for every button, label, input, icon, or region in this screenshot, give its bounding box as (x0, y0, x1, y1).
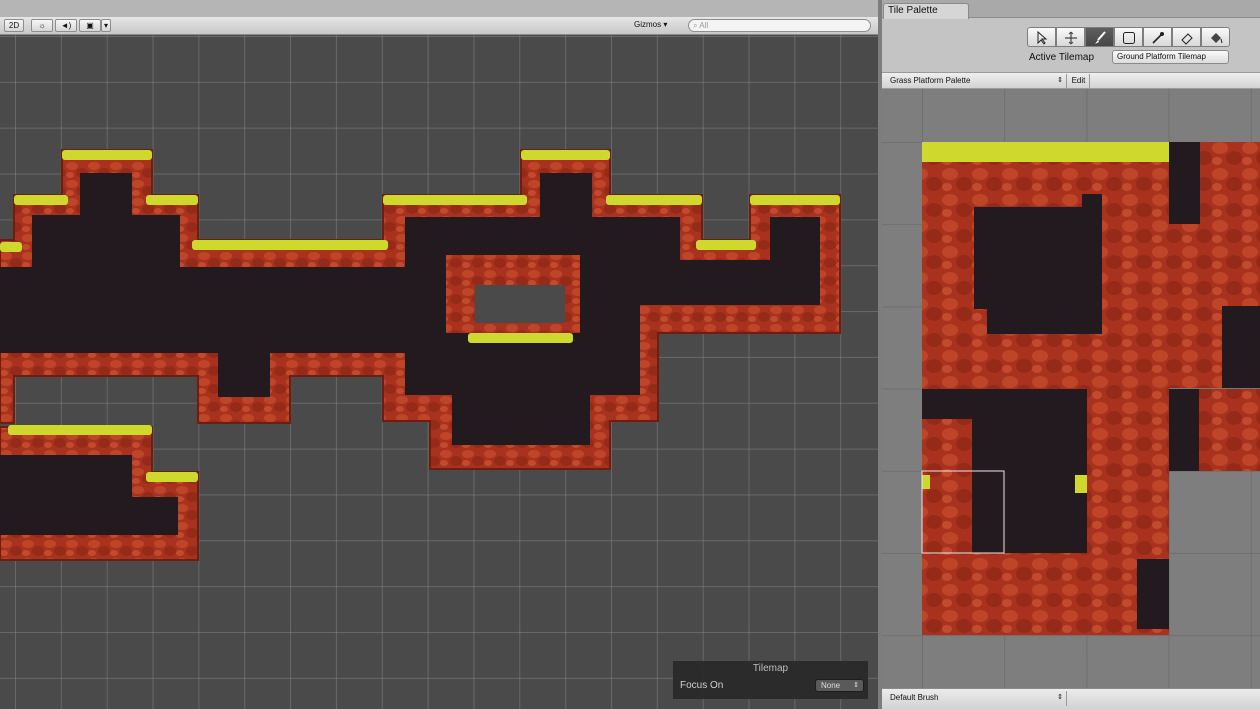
focus-on-label: Focus On (680, 680, 724, 691)
updown-arrow-icon: ⇕ (1057, 694, 1063, 701)
picker-tool-button[interactable] (1143, 27, 1172, 47)
image-icon: ▣ (86, 21, 94, 30)
edit-button[interactable]: Edit (1068, 74, 1090, 88)
chevron-down-icon: ▾ (103, 21, 108, 30)
brush-icon (1095, 31, 1106, 44)
scene-window-top (0, 0, 878, 17)
palette-dropdown[interactable]: Grass Platform Palette ⇕ (884, 74, 1067, 88)
focus-on-value: None (821, 681, 841, 690)
active-tilemap-value: Ground Platform Tilemap (1117, 52, 1206, 61)
eraser-icon (1181, 33, 1193, 45)
arrow-cursor-icon (1037, 31, 1048, 45)
brush-value: Default Brush (890, 693, 939, 702)
updown-arrow-icon: ⇕ (853, 682, 859, 689)
tilemap-canvas[interactable] (0, 35, 878, 709)
tile-palette-panel: Tile Palette Active Tilemap Ground Platf… (882, 0, 1260, 709)
2d-mode-toggle[interactable]: 2D (4, 19, 24, 32)
eyedropper-icon (1152, 32, 1164, 44)
search-placeholder: All (699, 21, 709, 30)
eraser-tool-button[interactable] (1172, 27, 1201, 47)
move-tool-button[interactable] (1056, 27, 1085, 47)
select-tool-button[interactable] (1027, 27, 1056, 47)
box-fill-tool-button[interactable] (1114, 27, 1143, 47)
gizmos-label: Gizmos (634, 20, 662, 29)
effects-dropdown[interactable]: ▾ (101, 19, 111, 32)
speaker-icon: ◄) (60, 21, 72, 30)
scene-view-panel: 2D ☼ ◄) ▣ ▾ Gizmos ▾ ⌕ All Tilemap Focus… (0, 0, 878, 709)
tilemap-overlay: Tilemap Focus On None ⇕ (673, 661, 868, 699)
palette-toolbar (1027, 27, 1230, 47)
box-icon (1123, 32, 1135, 44)
active-tilemap-label: Active Tilemap (1029, 52, 1095, 63)
palette-tile-block (922, 142, 1260, 635)
overlay-title: Tilemap (752, 663, 789, 674)
palette-value: Grass Platform Palette (890, 76, 971, 85)
audio-toggle[interactable]: ◄) (55, 19, 77, 32)
effects-toggle[interactable]: ▣ (79, 19, 101, 32)
search-input[interactable]: ⌕ All (688, 19, 871, 32)
focus-on-select[interactable]: None ⇕ (815, 679, 864, 692)
chevron-down-icon: ▾ (663, 20, 668, 29)
lighting-toggle[interactable]: ☼ (31, 19, 53, 32)
scene-toolbar: 2D ☼ ◄) ▣ ▾ Gizmos ▾ ⌕ All (0, 17, 878, 35)
active-tilemap-select[interactable]: Ground Platform Tilemap (1112, 50, 1229, 64)
tile-palette-tab[interactable]: Tile Palette (883, 3, 969, 19)
updown-arrow-icon: ⇕ (1057, 77, 1063, 84)
paint-bucket-icon (1211, 33, 1223, 44)
move-icon (1065, 31, 1077, 45)
brush-dropdown[interactable]: Default Brush ⇕ (884, 691, 1067, 706)
sun-icon: ☼ (38, 21, 46, 30)
palette-bottom-bar: Default Brush ⇕ (882, 688, 1260, 709)
palette-bar: Grass Platform Palette ⇕ Edit (882, 72, 1260, 89)
palette-tiles[interactable] (882, 89, 1260, 688)
search-icon: ⌕ (693, 21, 698, 30)
flood-fill-tool-button[interactable] (1201, 27, 1230, 47)
gizmos-dropdown[interactable]: Gizmos ▾ (634, 19, 680, 32)
paint-brush-tool-button[interactable] (1085, 27, 1114, 47)
tile-palette-tabstrip: Tile Palette (882, 0, 1260, 19)
